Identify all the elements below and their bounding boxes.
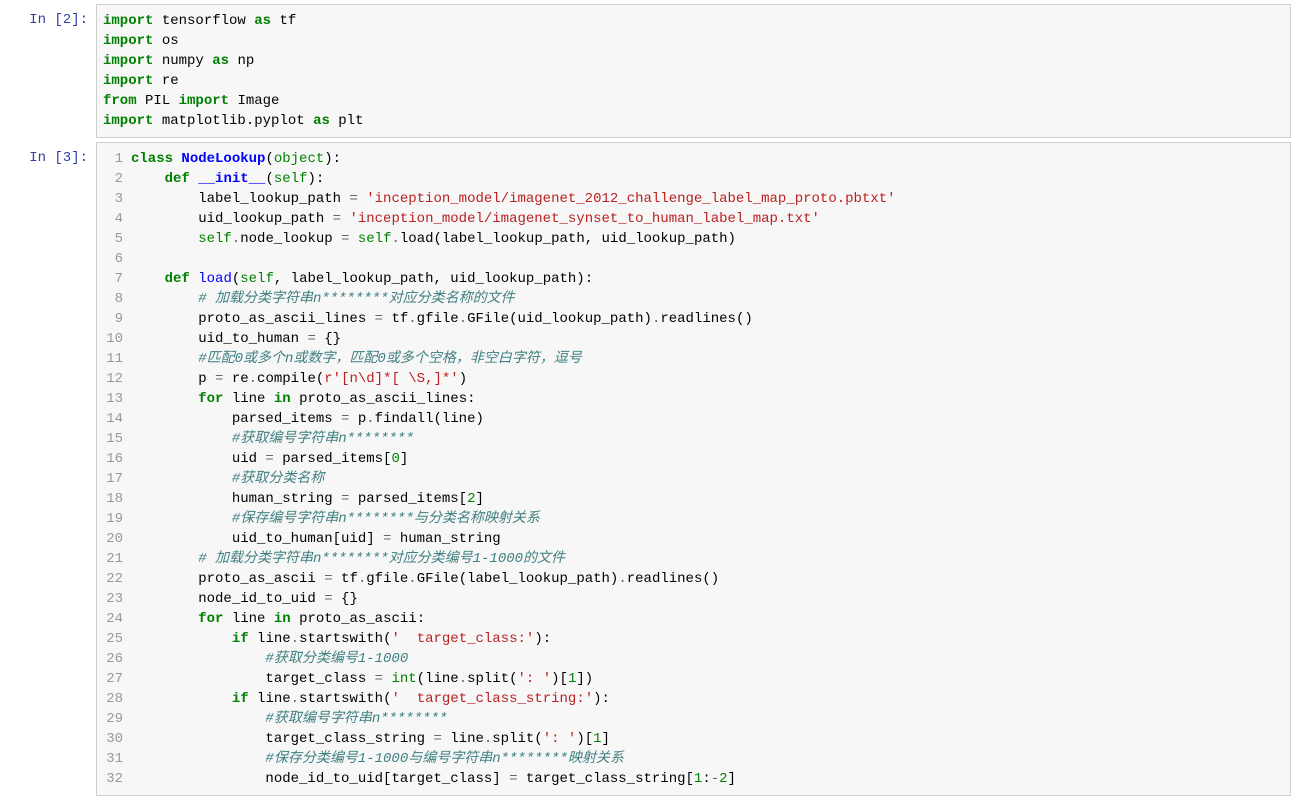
code-line: uid_to_human = {} xyxy=(131,329,1284,349)
code-content[interactable]: class NodeLookup(object): def __init__(s… xyxy=(131,149,1284,789)
line-number: 21 xyxy=(103,549,123,569)
line-number: 6 xyxy=(103,249,123,269)
code-line: uid = parsed_items[0] xyxy=(131,449,1284,469)
code-line: import matplotlib.pyplot as plt xyxy=(103,111,1284,131)
line-number: 11 xyxy=(103,349,123,369)
code-line: #获取编号字符串n******** xyxy=(131,709,1284,729)
code-cell: In [3]:123456789101112131415161718192021… xyxy=(8,142,1291,796)
code-line: #匹配0或多个n或数字，匹配0或多个空格，非空白字符，逗号 xyxy=(131,349,1284,369)
code-line: proto_as_ascii_lines = tf.gfile.GFile(ui… xyxy=(131,309,1284,329)
code-line: class NodeLookup(object): xyxy=(131,149,1284,169)
code-line: import numpy as np xyxy=(103,51,1284,71)
code-line: uid_lookup_path = 'inception_model/image… xyxy=(131,209,1284,229)
code-line: p = re.compile(r'[n\d]*[ \S,]*') xyxy=(131,369,1284,389)
line-number: 30 xyxy=(103,729,123,749)
line-number: 2 xyxy=(103,169,123,189)
code-line: if line.startswith(' target_class:'): xyxy=(131,629,1284,649)
line-number: 19 xyxy=(103,509,123,529)
code-line: node_id_to_uid = {} xyxy=(131,589,1284,609)
line-number: 26 xyxy=(103,649,123,669)
line-number: 8 xyxy=(103,289,123,309)
code-line: label_lookup_path = 'inception_model/ima… xyxy=(131,189,1284,209)
code-line: # 加载分类字符串n********对应分类编号1-1000的文件 xyxy=(131,549,1284,569)
code-line xyxy=(131,249,1284,269)
code-line: #获取分类名称 xyxy=(131,469,1284,489)
code-line: proto_as_ascii = tf.gfile.GFile(label_lo… xyxy=(131,569,1284,589)
code-line: import os xyxy=(103,31,1284,51)
line-number: 23 xyxy=(103,589,123,609)
code-line: target_class_string = line.split(': ')[1… xyxy=(131,729,1284,749)
line-number: 12 xyxy=(103,369,123,389)
code-line: #保存编号字符串n********与分类名称映射关系 xyxy=(131,509,1284,529)
line-number: 17 xyxy=(103,469,123,489)
code-line: uid_to_human[uid] = human_string xyxy=(131,529,1284,549)
code-line: #获取编号字符串n******** xyxy=(131,429,1284,449)
code-line: if line.startswith(' target_class_string… xyxy=(131,689,1284,709)
code-line: # 加载分类字符串n********对应分类名称的文件 xyxy=(131,289,1284,309)
input-prompt: In [3]: xyxy=(8,142,96,796)
code-line: parsed_items = p.findall(line) xyxy=(131,409,1284,429)
line-number: 28 xyxy=(103,689,123,709)
code-line: from PIL import Image xyxy=(103,91,1284,111)
code-line: target_class = int(line.split(': ')[1]) xyxy=(131,669,1284,689)
code-line: import re xyxy=(103,71,1284,91)
input-prompt: In [2]: xyxy=(8,4,96,138)
line-number: 32 xyxy=(103,769,123,789)
code-content[interactable]: import tensorflow as tfimport osimport n… xyxy=(103,11,1284,131)
line-number: 15 xyxy=(103,429,123,449)
line-number: 14 xyxy=(103,409,123,429)
code-line: self.node_lookup = self.load(label_looku… xyxy=(131,229,1284,249)
line-number: 5 xyxy=(103,229,123,249)
line-number: 24 xyxy=(103,609,123,629)
line-number: 31 xyxy=(103,749,123,769)
code-line: human_string = parsed_items[2] xyxy=(131,489,1284,509)
line-number: 9 xyxy=(103,309,123,329)
line-number: 3 xyxy=(103,189,123,209)
code-line: def load(self, label_lookup_path, uid_lo… xyxy=(131,269,1284,289)
line-number: 13 xyxy=(103,389,123,409)
code-line: for line in proto_as_ascii: xyxy=(131,609,1284,629)
line-number: 18 xyxy=(103,489,123,509)
line-number: 16 xyxy=(103,449,123,469)
code-line: for line in proto_as_ascii_lines: xyxy=(131,389,1284,409)
line-number: 20 xyxy=(103,529,123,549)
code-line: #获取分类编号1-1000 xyxy=(131,649,1284,669)
line-number: 29 xyxy=(103,709,123,729)
code-line: #保存分类编号1-1000与编号字符串n********映射关系 xyxy=(131,749,1284,769)
code-line: import tensorflow as tf xyxy=(103,11,1284,31)
code-line: def __init__(self): xyxy=(131,169,1284,189)
line-number: 1 xyxy=(103,149,123,169)
code-input-area[interactable]: 1234567891011121314151617181920212223242… xyxy=(96,142,1291,796)
code-line: node_id_to_uid[target_class] = target_cl… xyxy=(131,769,1284,789)
line-number-gutter: 1234567891011121314151617181920212223242… xyxy=(103,149,131,789)
line-number: 7 xyxy=(103,269,123,289)
code-input-area[interactable]: import tensorflow as tfimport osimport n… xyxy=(96,4,1291,138)
line-number: 27 xyxy=(103,669,123,689)
line-number: 22 xyxy=(103,569,123,589)
line-number: 4 xyxy=(103,209,123,229)
line-number: 10 xyxy=(103,329,123,349)
code-cell: In [2]:import tensorflow as tfimport osi… xyxy=(8,4,1291,138)
line-number: 25 xyxy=(103,629,123,649)
